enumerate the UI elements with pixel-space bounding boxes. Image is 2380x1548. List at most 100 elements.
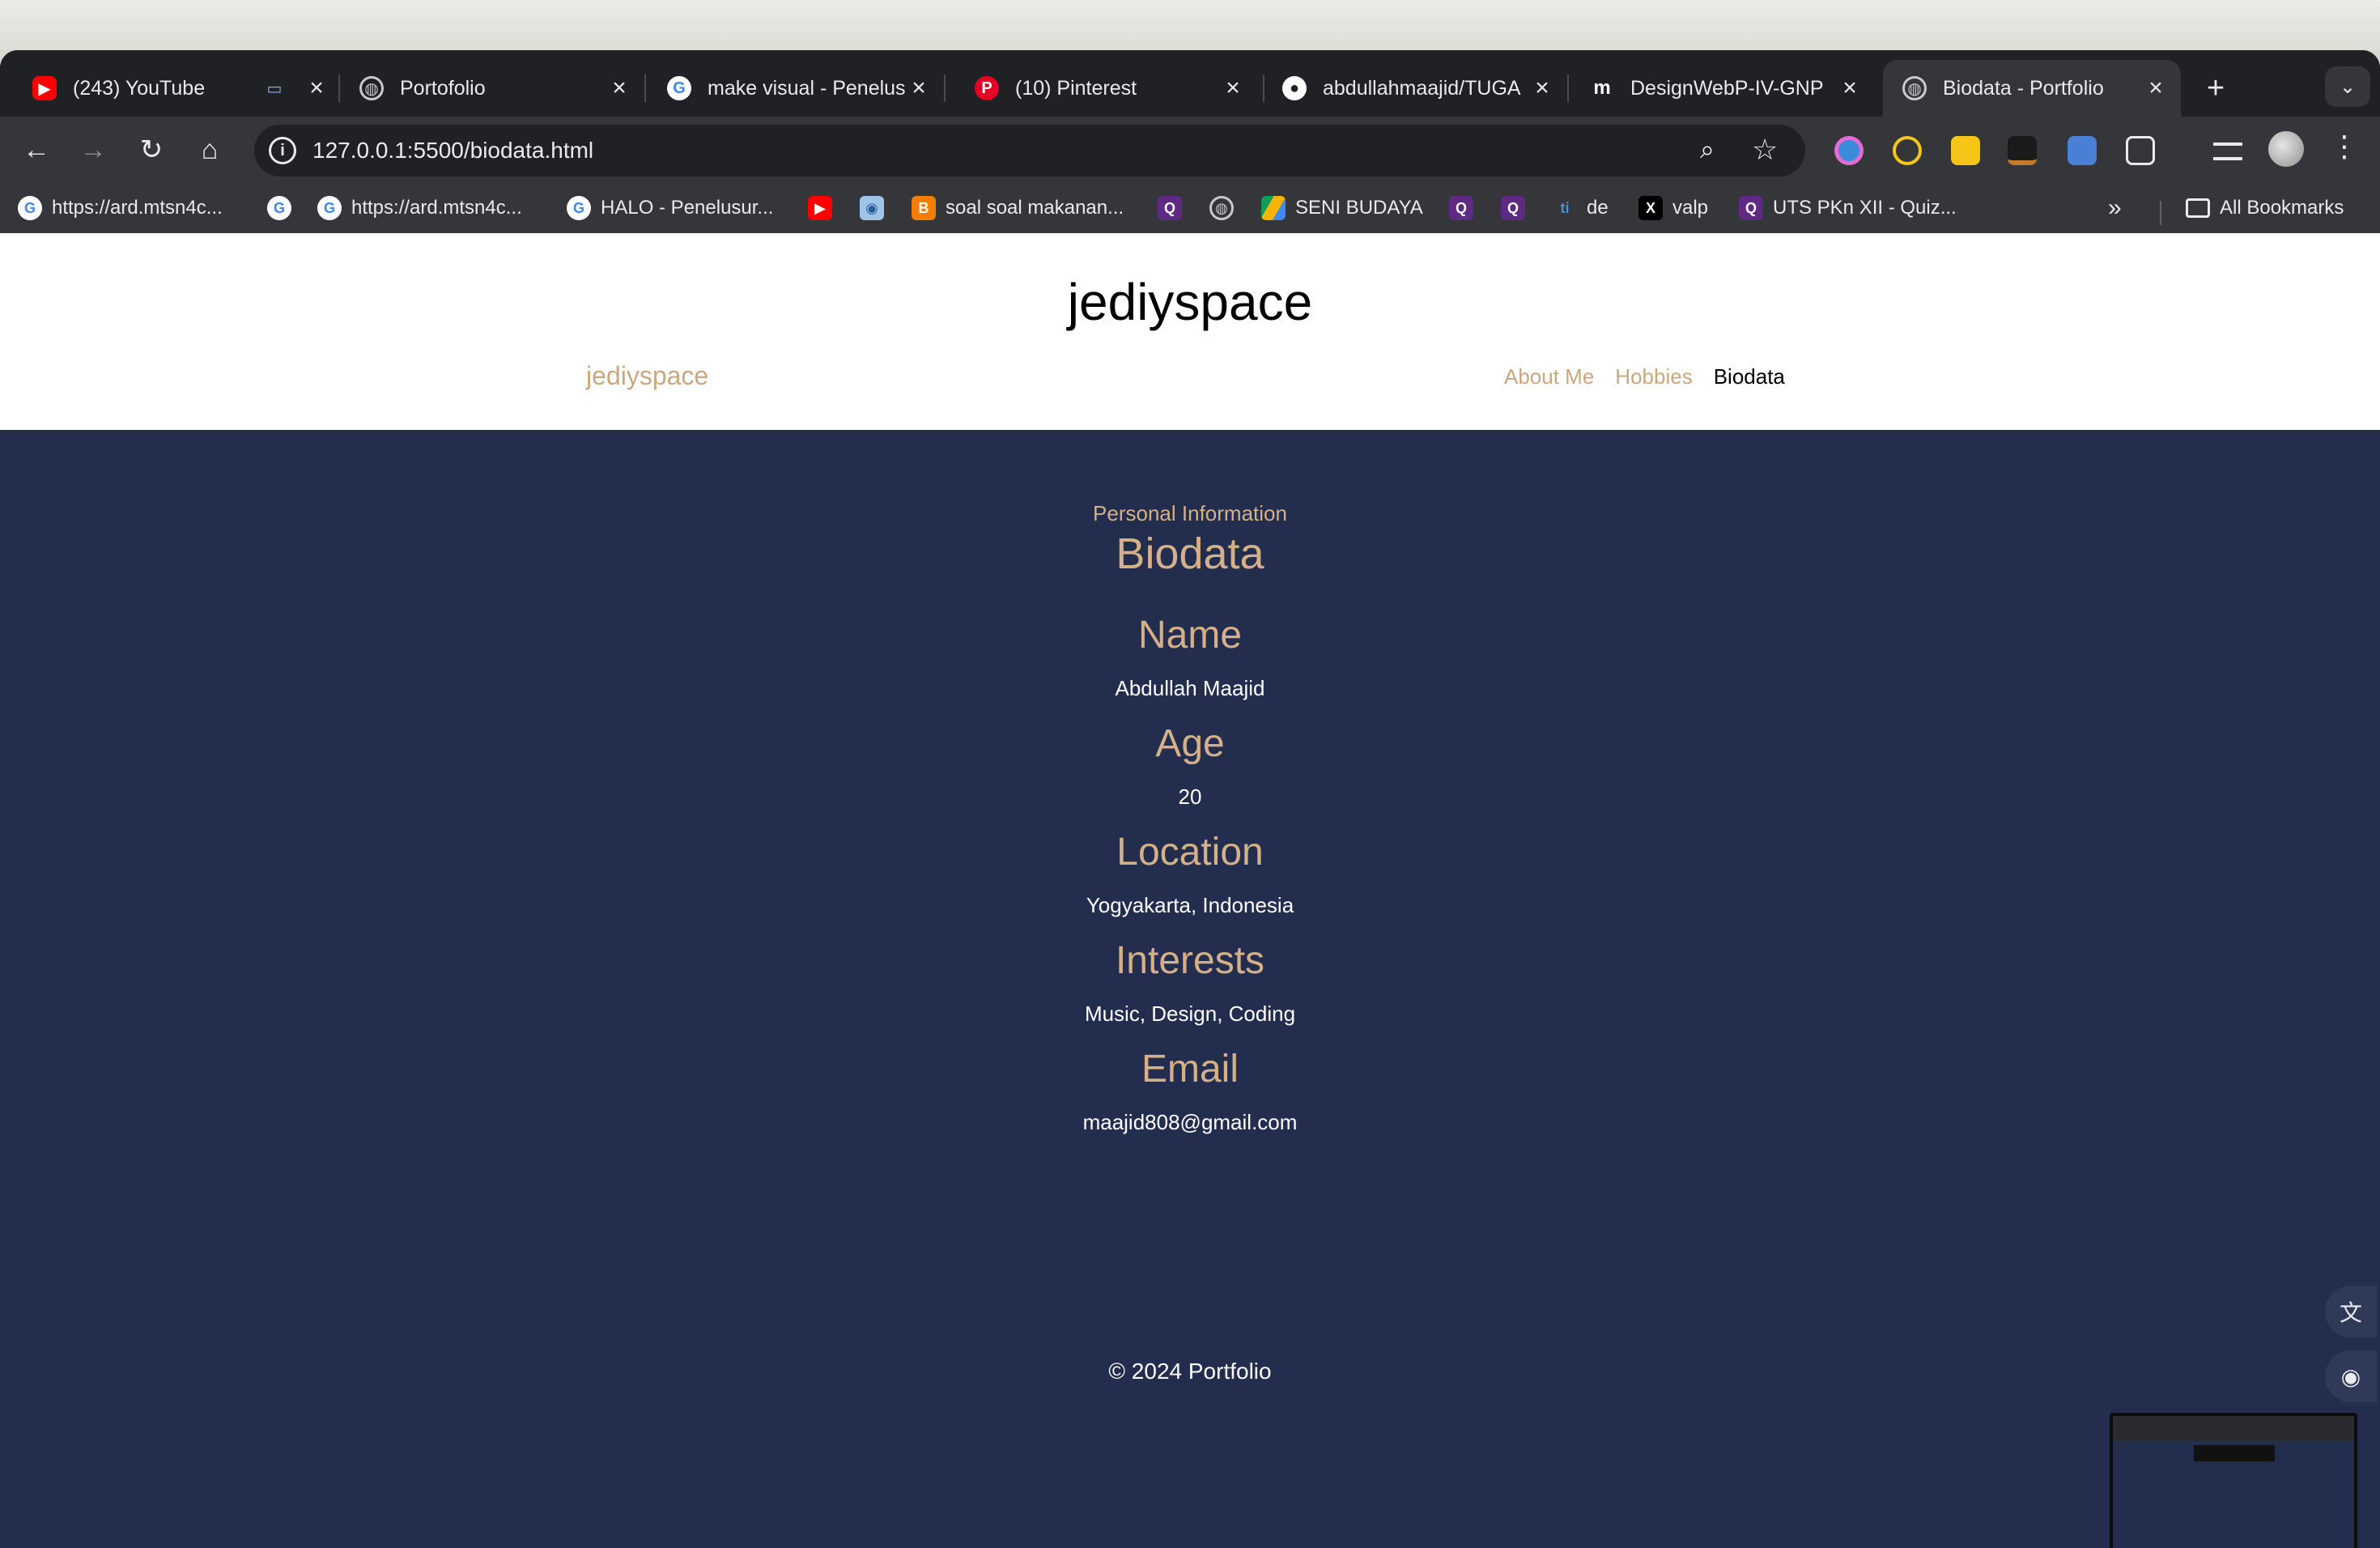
field-label-name: Name: [1137, 614, 1243, 657]
extension-icon[interactable]: [2008, 136, 2037, 165]
tab-make-visual[interactable]: G make visual - Penelus ×: [648, 60, 944, 117]
all-bookmarks-label: All Bookmarks: [2220, 197, 2344, 219]
ti-icon: ti: [1560, 199, 1570, 216]
quizizz-icon: Q: [1501, 196, 1525, 220]
bookmark-item[interactable]: Q: [1501, 193, 1535, 223]
google-icon: G: [18, 196, 42, 220]
browser-toolbar: ← → ↻ ⌂ i 127.0.0.1:5500/biodata.html ⌕ …: [0, 117, 2380, 183]
bookmark-item[interactable]: ti de: [1553, 193, 1609, 223]
url-text[interactable]: 127.0.0.1:5500/biodata.html: [312, 138, 593, 164]
tab-separator: [1567, 74, 1569, 102]
screen-recording-thumbnail[interactable]: [2110, 1413, 2357, 1548]
all-bookmarks-button[interactable]: All Bookmarks: [2186, 193, 2344, 223]
site-title: jediyspace: [1067, 273, 1313, 331]
close-icon[interactable]: ×: [1836, 74, 1864, 102]
extension-icon[interactable]: [1951, 136, 1980, 165]
tab-pinterest[interactable]: P (10) Pinterest ×: [955, 60, 1258, 117]
extension-icon[interactable]: [1893, 136, 1922, 165]
close-icon[interactable]: ×: [606, 74, 633, 102]
tab-title: make visual - Penelus: [708, 76, 905, 100]
quizizz-icon: Q: [1158, 196, 1182, 220]
field-value-interests: Music, Design, Coding: [1084, 1002, 1296, 1026]
close-icon[interactable]: ×: [303, 74, 330, 102]
profile-avatar[interactable]: [2268, 131, 2304, 167]
translate-extension-icon[interactable]: [2068, 136, 2097, 165]
tab-designweb[interactable]: m DesignWebP-IV-GNP ×: [1570, 60, 1875, 117]
tab-title: Biodata - Portfolio: [1943, 76, 2104, 100]
x-icon: X: [1638, 196, 1663, 220]
forward-button[interactable]: →: [74, 131, 112, 168]
bookmark-item[interactable]: Ghttps://ard.mtsn4c...: [317, 193, 522, 223]
zoom-icon[interactable]: ⌕: [1700, 134, 1715, 165]
reading-list-icon[interactable]: [2213, 142, 2242, 160]
bookmark-item[interactable]: G: [267, 193, 301, 223]
address-bar[interactable]: i 127.0.0.1:5500/biodata.html ⌕ ☆: [254, 125, 1805, 176]
tab-github[interactable]: ● abdullahmaajid/TUGA ×: [1263, 60, 1567, 117]
color-picker-extension-icon[interactable]: [1834, 136, 1864, 165]
new-tab-button[interactable]: +: [2197, 70, 2234, 107]
globe-icon: ◍: [1209, 196, 1234, 220]
bookmark-label: HALO - Penelusur...: [601, 197, 774, 219]
close-icon[interactable]: ×: [2142, 74, 2170, 102]
nav-biodata[interactable]: Biodata: [1714, 364, 1785, 389]
field-label-age: Age: [1155, 722, 1225, 765]
more-menu-icon[interactable]: ⋮: [2330, 130, 2359, 164]
tab-portofolio[interactable]: ◍ Portofolio ×: [340, 60, 644, 117]
bookmark-label: https://ard.mtsn4c...: [52, 197, 223, 219]
desktop-background: [0, 0, 2380, 50]
bookmark-label: UTS PKn XII - Quiz...: [1773, 197, 1957, 219]
youtube-icon: ▶: [808, 196, 832, 220]
site-info-icon[interactable]: i: [269, 137, 296, 164]
nav-about-me[interactable]: About Me: [1504, 364, 1594, 389]
bookmark-item[interactable]: ▶: [808, 193, 842, 223]
browser-window: ▶ (243) YouTube ▭ × ◍ Portofolio × G mak…: [0, 50, 2380, 1548]
bookmark-label: https://ard.mtsn4c...: [351, 197, 522, 219]
pinterest-icon: P: [975, 76, 999, 100]
globe-icon: ◍: [1902, 76, 1927, 100]
site-header: jediyspace jediyspace About Me Hobbies B…: [0, 233, 2380, 430]
translate-side-icon[interactable]: 文: [2325, 1286, 2377, 1337]
google-icon: G: [317, 196, 342, 220]
tab-search-button[interactable]: ⌄: [2325, 66, 2370, 107]
github-icon: ●: [1282, 76, 1307, 100]
bookmark-item[interactable]: Bsoal soal makanan...: [912, 193, 1124, 223]
bookmark-item[interactable]: ◍: [1209, 193, 1243, 223]
tab-title: DesignWebP-IV-GNP: [1630, 76, 1824, 100]
bookmark-item[interactable]: G HALO - Penelusur...: [567, 193, 773, 223]
brand-link[interactable]: jediyspace: [586, 361, 708, 391]
bookmarks-separator: [2160, 201, 2161, 225]
close-icon[interactable]: ×: [905, 74, 933, 102]
tab-separator: [644, 74, 646, 102]
bookmark-item[interactable]: Q: [1158, 193, 1192, 223]
close-icon[interactable]: ×: [1528, 74, 1556, 102]
bookmark-item[interactable]: ◉: [860, 193, 894, 223]
extensions-puzzle-icon[interactable]: [2126, 136, 2155, 165]
bookmark-item[interactable]: SENI BUDAYA: [1261, 193, 1423, 223]
google-icon: G: [267, 196, 291, 220]
field-label-interests: Interests: [1115, 939, 1265, 982]
bookmark-item[interactable]: Ghttps://ard.mtsn4c...: [18, 193, 223, 223]
bookmark-item[interactable]: Xvalp: [1638, 193, 1708, 223]
field-value-age: 20: [1178, 785, 1202, 809]
field-label-email: Email: [1141, 1048, 1239, 1091]
back-button[interactable]: ←: [18, 131, 55, 168]
tab-biodata[interactable]: ◍ Biodata - Portfolio ×: [1883, 60, 2181, 117]
home-button[interactable]: ⌂: [191, 131, 228, 168]
medium-icon: m: [1593, 77, 1611, 99]
assistant-side-icon[interactable]: ◉: [2325, 1350, 2377, 1402]
bookmark-item[interactable]: Q UTS PKn XII - Quiz...: [1739, 193, 1957, 223]
field-label-location: Location: [1116, 831, 1264, 874]
more-bookmarks-chevron-icon[interactable]: »: [2108, 193, 2122, 223]
bookmark-star-icon[interactable]: ☆: [1752, 133, 1778, 167]
thumbnail-title: [2194, 1445, 2275, 1461]
nav-hobbies[interactable]: Hobbies: [1615, 364, 1692, 389]
youtube-icon: ▶: [32, 76, 57, 100]
section-heading: Biodata: [1116, 529, 1264, 578]
quizizz-icon: Q: [1739, 196, 1763, 220]
blogger-icon: B: [912, 196, 936, 220]
close-icon[interactable]: ×: [1219, 74, 1247, 102]
google-icon: G: [567, 196, 591, 220]
reload-button[interactable]: ↻: [133, 131, 170, 168]
field-value-location: Yogyakarta, Indonesia: [1086, 893, 1294, 917]
bookmark-item[interactable]: Q: [1449, 193, 1483, 223]
